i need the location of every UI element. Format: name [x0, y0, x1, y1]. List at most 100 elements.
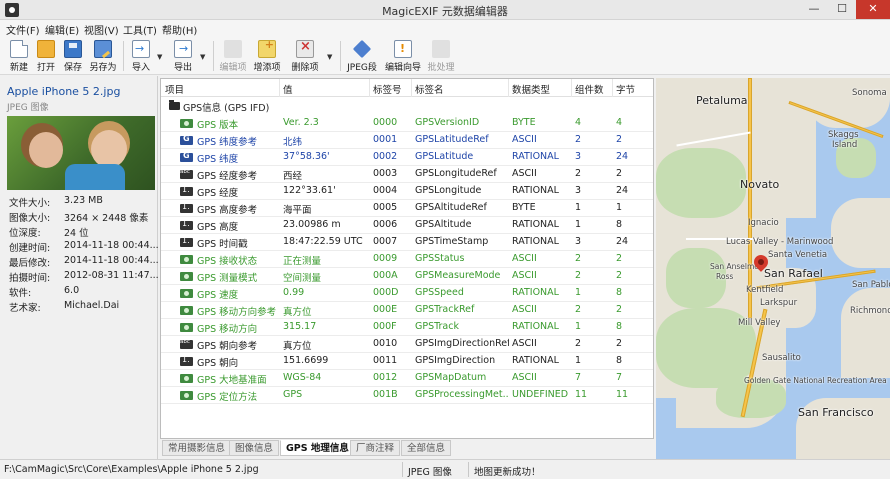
export-dropdown-icon[interactable]: ▼	[200, 53, 205, 61]
save-as-button[interactable]: 另存为	[87, 39, 119, 73]
row-value: WGS-84	[283, 372, 322, 383]
tab-image-info[interactable]: 图像信息	[229, 440, 280, 456]
open-button[interactable]: 打开	[33, 39, 59, 73]
table-row[interactable]: GPS 纬度37°58.36'0002GPSLatitudeRATIONAL32…	[161, 149, 653, 166]
row-tag-name: GPSMeasureMode	[415, 270, 501, 281]
column-header-count[interactable]: 组件数	[575, 82, 604, 96]
tab-all-info[interactable]: 全部信息	[401, 440, 452, 456]
new-file-icon	[10, 40, 28, 58]
row-value: 37°58.36'	[283, 151, 330, 162]
table-row[interactable]: GPS 高度23.00986 m0006GPSAltitudeRATIONAL1…	[161, 217, 653, 234]
table-row[interactable]: GPS 经度参考西经0003GPSLongitudeRefASCII22	[161, 166, 653, 183]
group-row-gps[interactable]: GPS信息 (GPS IFD)	[161, 98, 653, 115]
menu-edit[interactable]: 编辑(E)	[45, 22, 79, 37]
file-type: JPEG 图像	[7, 103, 49, 113]
row-tag-name: GPSAltitude	[415, 219, 472, 230]
menu-tools[interactable]: 工具(T)	[123, 22, 157, 37]
menu-view[interactable]: 视图(V)	[84, 22, 119, 37]
row-data-type: BYTE	[512, 117, 536, 128]
tab-maker-notes[interactable]: 厂商注释	[350, 440, 401, 456]
row-count: 1	[575, 219, 582, 230]
row-bytes: 1	[616, 202, 623, 213]
maximize-button[interactable]: ☐	[828, 0, 856, 19]
group-label: GPS信息 (GPS IFD)	[183, 103, 270, 114]
status-separator	[468, 462, 469, 477]
photo-thumbnail	[7, 116, 155, 190]
table-row[interactable]: GPS 速度 0.99 000D GPSSpeed RATIONAL 1 8	[161, 285, 653, 302]
table-row[interactable]: GPS 朝向参考真方位0010GPSImgDirectionRefASCII22	[161, 336, 653, 353]
column-header-item[interactable]: 项目	[165, 82, 184, 96]
delete-item-button[interactable]: 删除项	[288, 39, 322, 73]
row-data-type: ASCII	[512, 253, 537, 264]
close-button[interactable]: ✕	[856, 0, 890, 19]
row-tag-number: 000E	[373, 304, 398, 315]
table-row[interactable]: GPS 朝向151.66990011GPSImgDirectionRATIONA…	[161, 353, 653, 370]
gps-map[interactable]: Petaluma Sonoma Skaggs Island Novato Ign…	[656, 78, 890, 459]
minimize-button[interactable]: —	[800, 0, 828, 19]
row-data-type: ASCII	[512, 270, 537, 281]
table-row[interactable]: GPS 测量模式 空间测量 000A GPSMeasureMode ASCII 2 2	[161, 268, 653, 285]
add-item-button[interactable]: 增添项	[252, 38, 282, 73]
edit-item-button[interactable]: 编辑项	[218, 39, 248, 73]
text-tag-icon	[180, 169, 193, 179]
table-row[interactable]: GPS 接收状态 正在测量 0009 GPSStatus ASCII 2 2	[161, 251, 653, 268]
tab-gps-info[interactable]: GPS 地理信息	[280, 440, 355, 456]
column-header-bytes[interactable]: 字节	[616, 82, 635, 96]
table-row[interactable]: GPS 版本 Ver. 2.3 0000 GPSVersionID BYTE 4 4	[161, 115, 653, 132]
save-as-icon	[94, 40, 112, 58]
column-header-data-type[interactable]: 数据类型	[512, 82, 550, 96]
table-row[interactable]: GPS 纬度参考北纬0001GPSLatitudeRefASCII22	[161, 132, 653, 149]
row-bytes: 24	[616, 151, 629, 162]
batch-button[interactable]: 批处理	[425, 39, 457, 73]
row-tag-number: 0012	[373, 372, 398, 383]
table-row[interactable]: GPS 移动方向 315.17 000F GPSTrack RATIONAL 1 8	[161, 319, 653, 336]
menu-bar: 文件(F) 编辑(E) 视图(V) 工具(T) 帮助(H)	[0, 20, 890, 37]
row-value: 北纬	[283, 137, 303, 148]
gps-green-icon	[180, 374, 193, 383]
delete-dropdown-icon[interactable]: ▼	[327, 53, 332, 61]
row-tag-name: GPSAltitudeRef	[415, 202, 487, 213]
column-header-value[interactable]: 值	[283, 82, 293, 96]
column-header-tag[interactable]: 标签号	[373, 82, 402, 96]
edit-wizard-button[interactable]: 编辑向导	[383, 39, 423, 73]
save-button[interactable]: 保存	[60, 39, 86, 73]
window-title: MagicEXIF 元数据编辑器	[382, 5, 508, 18]
table-row[interactable]: GPS 高度参考海平面0005GPSAltitudeRefBYTE11	[161, 200, 653, 217]
table-row[interactable]: GPS 定位方法 GPS 001B GPSProcessingMet... UNDEFI…	[161, 387, 653, 404]
row-count: 2	[575, 134, 582, 145]
table-row[interactable]: GPS 经度122°33.61'0004GPSLongitudeRATIONAL…	[161, 183, 653, 200]
jpeg-segment-button[interactable]: JPEG段	[345, 39, 379, 73]
export-button[interactable]: 导出	[170, 39, 196, 73]
export-icon	[174, 40, 192, 58]
table-row[interactable]: GPS 大地基准面 WGS-84 0012 GPSMapDatum ASCII 7 7	[161, 370, 653, 387]
gps-green-icon	[180, 289, 193, 298]
map-park	[656, 148, 746, 218]
row-data-type: BYTE	[512, 202, 536, 213]
row-value: 空间测量	[283, 273, 322, 284]
menu-help[interactable]: 帮助(H)	[162, 22, 197, 37]
map-land	[831, 198, 890, 268]
tab-common-photo-info[interactable]: 常用摄影信息	[162, 440, 232, 456]
row-count: 1	[575, 321, 582, 332]
map-label-mill-valley: Mill Valley	[738, 318, 781, 328]
row-tag-name: GPSStatus	[415, 253, 465, 264]
metadata-table: 项目 值 标签号 标签名 数据类型 组件数 字节 GPS信息 (GPS IFD)…	[160, 78, 654, 439]
table-row[interactable]: GPS 移动方向参考 真方位 000E GPSTrackRef ASCII 2 2	[161, 302, 653, 319]
row-count: 7	[575, 372, 582, 383]
new-button[interactable]: 新建	[6, 39, 32, 73]
text-tag-icon	[180, 339, 193, 349]
row-tag-name: GPSLongitude	[415, 185, 482, 196]
map-label-kentfield: Kentfield	[746, 285, 784, 295]
map-label-larkspur: Larkspur	[760, 298, 798, 308]
import-dropdown-icon[interactable]: ▼	[157, 53, 162, 61]
table-row[interactable]: GPS 时间戳18:47:22.59 UTC0007GPSTimeStampRA…	[161, 234, 653, 251]
file-name: Apple iPhone 5 2.jpg	[7, 85, 121, 98]
property-key: 文件大小:	[9, 198, 51, 209]
map-label-san-anselmo: San Anselmo	[710, 262, 759, 271]
import-button[interactable]: 导入	[128, 39, 154, 73]
column-header-tag-name[interactable]: 标签名	[415, 82, 444, 96]
map-label-san-francisco: San Francisco	[798, 406, 874, 419]
menu-file[interactable]: 文件(F)	[6, 22, 40, 37]
toolbar-separator	[123, 41, 124, 71]
numeric-tag-icon	[180, 185, 193, 196]
